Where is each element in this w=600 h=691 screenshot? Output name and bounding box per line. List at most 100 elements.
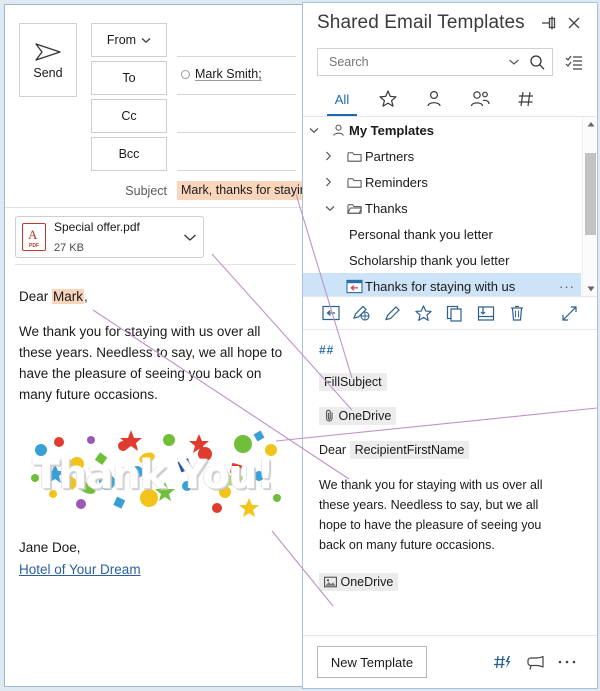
compose-header: Send From To Cc Bcc Mark Smith; Subject … (5, 5, 306, 208)
tab-team-templates[interactable] (457, 82, 503, 116)
person-icon (424, 89, 444, 109)
tab-all[interactable]: All (319, 82, 365, 116)
search-icon[interactable] (529, 54, 546, 71)
preview-image-row: OneDrive (319, 573, 583, 591)
recipient-name: Mark Smith; (195, 67, 262, 81)
scroll-up-icon[interactable] (583, 117, 597, 131)
thank-you-image: Thank You! (19, 419, 287, 524)
tabs-row: All (303, 81, 597, 117)
from-button[interactable]: From (91, 23, 167, 57)
bcc-button[interactable]: Bcc (91, 137, 167, 171)
hash-icon (516, 89, 536, 109)
expand-diagonal-icon[interactable] (554, 300, 585, 326)
copy-icon[interactable] (439, 300, 470, 326)
attachment-chevron-down-icon[interactable] (183, 233, 197, 242)
search-row (303, 43, 597, 81)
onedrive-image-chip[interactable]: OneDrive (319, 573, 399, 591)
cc-input[interactable] (177, 99, 296, 133)
paste-template-icon[interactable] (315, 300, 346, 326)
bcc-input[interactable] (177, 137, 296, 171)
preview-greeting-prefix: Dear (319, 443, 347, 457)
greeting-prefix: Dear (19, 289, 53, 304)
subject-input[interactable]: Mark, thanks for staying (177, 181, 304, 200)
cc-button[interactable]: Cc (91, 99, 167, 133)
tree-label: Partners (365, 148, 415, 164)
body-paragraph: We thank you for staying with us over al… (19, 323, 283, 402)
tree-item-thanks[interactable]: Thanks (303, 195, 581, 221)
tree-item-reminders[interactable]: Reminders (303, 169, 581, 195)
tab-tags[interactable] (503, 82, 549, 116)
chevron-down-icon[interactable] (505, 58, 523, 66)
attachment-row: A Special offer.pdf 27 KB (5, 208, 306, 260)
tree-label: My Templates (349, 122, 435, 138)
send-button[interactable]: Send (19, 23, 77, 97)
send-arrow-icon (33, 40, 63, 64)
attachment-name: Special offer.pdf (54, 220, 140, 234)
save-to-icon[interactable] (470, 300, 501, 326)
panel-title: Shared Email Templates (317, 12, 525, 33)
mail-body[interactable]: Dear Mark, We thank you for staying with… (5, 273, 306, 686)
more-ellipsis-icon[interactable]: ··· (559, 279, 581, 294)
chevron-down-icon[interactable] (325, 205, 343, 212)
chevron-down-icon (141, 37, 151, 44)
close-icon[interactable] (561, 10, 587, 36)
chevron-down-icon[interactable] (309, 127, 327, 134)
from-label: From (106, 33, 137, 47)
tree-item-thanks-for-staying[interactable]: Thanks for staying with us ··· (303, 273, 581, 296)
megaphone-icon[interactable] (519, 648, 551, 676)
tab-all-label: All (334, 91, 350, 107)
image-icon (324, 575, 340, 589)
new-template-button[interactable]: New Template (317, 646, 427, 678)
paste-as-new-icon[interactable] (346, 300, 377, 326)
tree-scrollbar[interactable] (582, 117, 597, 296)
recipient-firstname-chip[interactable]: RecipientFirstName (349, 441, 470, 459)
search-input[interactable] (327, 54, 499, 70)
pdf-file-icon: A (22, 223, 46, 251)
tree-item-my-templates[interactable]: My Templates (303, 117, 581, 143)
onedrive-attachment-label: OneDrive (338, 409, 392, 423)
search-box[interactable] (317, 48, 553, 76)
shared-email-templates-panel: Shared Email Templates Search All My Tem… (302, 2, 598, 689)
tree-label: Scholarship thank you letter (349, 252, 510, 268)
from-input[interactable] (177, 23, 296, 57)
onedrive-attachment-chip[interactable]: OneDrive (319, 407, 397, 425)
tree-label: Personal thank you letter (349, 226, 493, 242)
pin-icon[interactable] (535, 10, 561, 36)
subject-label: Subject (125, 184, 167, 198)
preview-paragraph: We thank you for staying with us over al… (319, 478, 543, 552)
template-preview[interactable]: ## FillSubject OneDrive Dear RecipientFi… (303, 330, 597, 665)
hash-lightning-icon[interactable] (487, 648, 519, 676)
tab-favorites[interactable] (365, 82, 411, 116)
preview-hash-marker: ## (319, 343, 335, 357)
more-ellipsis-icon[interactable] (551, 648, 583, 676)
attachment-chip[interactable]: A Special offer.pdf 27 KB (15, 216, 204, 258)
tree-item-scholarship-thank-you[interactable]: Scholarship thank you letter (303, 247, 581, 273)
to-button[interactable]: To (91, 61, 167, 95)
tree-item-personal-thank-you[interactable]: Personal thank you letter (303, 221, 581, 247)
onedrive-image-label: OneDrive (340, 575, 394, 589)
template-icon (343, 279, 365, 294)
tab-my-templates[interactable] (411, 82, 457, 116)
chevron-right-icon[interactable] (325, 177, 343, 187)
template-tree: My Templates Partners Reminders Thanks P… (303, 117, 597, 297)
scroll-down-icon[interactable] (583, 282, 597, 296)
fill-subject-chip[interactable]: FillSubject (319, 373, 387, 391)
signature-name: Jane Doe, (19, 539, 81, 555)
folder-icon (343, 176, 365, 189)
greeting-suffix: , (84, 289, 88, 304)
delete-trash-icon[interactable] (501, 300, 532, 326)
thank-you-text: Thank You! (32, 451, 274, 498)
paperclip-icon (324, 409, 338, 423)
scrollbar-thumb[interactable] (585, 153, 596, 235)
to-label: To (122, 71, 136, 85)
preview-greeting-row: Dear RecipientFirstName (319, 441, 583, 459)
attachment-divider (15, 264, 296, 265)
tree-item-partners[interactable]: Partners (303, 143, 581, 169)
recipient-token[interactable]: Mark Smith; (181, 67, 262, 81)
tree-label: Reminders (365, 174, 428, 190)
edit-pencil-icon[interactable] (377, 300, 408, 326)
signature-link[interactable]: Hotel of Your Dream (19, 560, 141, 581)
favorite-star-icon[interactable] (408, 300, 439, 326)
checklist-icon[interactable] (561, 49, 587, 75)
chevron-right-icon[interactable] (325, 151, 343, 161)
